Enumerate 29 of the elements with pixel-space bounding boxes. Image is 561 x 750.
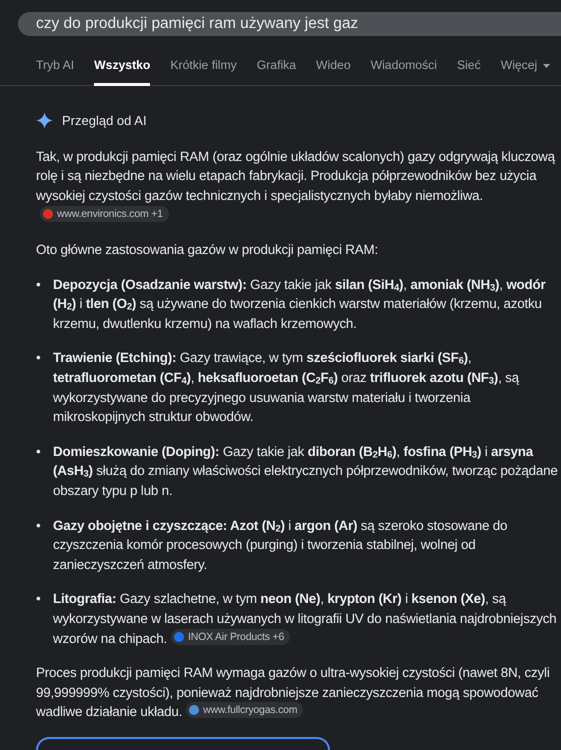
- source-chip[interactable]: www.environics.com +1: [40, 206, 169, 222]
- overview-paragraph: Proces produkcji pamięci RAM wymaga gazów o ultra-wysokiej czystości (nawet 8N, czyli 99,999999% czystości), ponieważ najdrobniejsze zanieczyszczenia mogą spowodować wadliwe działanie układu. www.fullcryogas.com: [36, 664, 551, 722]
- overview-paragraph: Tak, w produkcji pamięci RAM (oraz ogólnie układów scalonych) gazy odgrywają kluczową rolę i są niezbędne na wielu etapach fabrykacji. Produkcja półprzewodników bez użycia wysokiej czystości gazów technicznych i specjalistycznych byłaby niemożliwa. www.environics.com +1: [36, 148, 556, 224]
- search-tab[interactable]: Więcej: [500, 58, 550, 86]
- bullet-marker: •: [36, 349, 42, 368]
- overview-title: Przegląd od AI: [62, 112, 147, 128]
- sparkle-icon: [36, 112, 53, 129]
- bullet-marker: •: [36, 516, 42, 535]
- bullet-item: Litografia: Gazy szlachetne, w tym neon (Ne), krypton (Kr) i ksenon (Xe), są wykorzystywane w laserach używanych w litografii UV do naświetlania najdrobniejszych wzorów na chipach. INOX Air Products +6: [53, 590, 558, 648]
- search-tab[interactable]: Wszystko: [94, 58, 150, 86]
- search-tab[interactable]: Grafika: [256, 58, 296, 86]
- search-tab[interactable]: Tryb AI: [36, 58, 74, 86]
- overview-paragraph: Oto główne zastosowania gazów w produkcji pamięci RAM:: [36, 241, 379, 260]
- bullet-marker: •: [36, 276, 42, 294]
- source-chip[interactable]: www.fullcryogas.com: [186, 702, 304, 718]
- bullet-marker: •: [36, 442, 42, 461]
- button-outline[interactable]: [36, 736, 330, 750]
- bullet-marker: •: [36, 590, 42, 608]
- caret-icon: [543, 64, 550, 68]
- search-field[interactable]: czy do produkcji pamięci ram używany jest gaz: [18, 12, 561, 36]
- search-tab[interactable]: Wiadomości: [370, 58, 437, 86]
- bullet-item: Depozycja (Osadzanie warstw): Gazy takie jak silan (SiH$_{4}$), amoniak (NH$_{3}$), wodór (H$_{2}$) i tlen (O$_{2}$) są używane do tworzenia cienkich warstw materiałów (krzemu, azotku krzemu, dwutlenku krzemu) na waflach krzemowych.: [53, 276, 546, 333]
- search-tab[interactable]: Wideo: [316, 58, 351, 86]
- bullet-item: Domieszkowanie (Doping): Gazy takie jak diboran (B$_{2}$H$_{6}$), fosfina (PH$_{3}$) i arsyna (AsH$_{3}$) służą do zmiany właściwości elektrycznych półprzewodników, tworząc pożądane obszary typu p lub n.: [53, 442, 559, 500]
- search-tab[interactable]: Sieć: [456, 58, 481, 86]
- bullet-item: Trawienie (Etching): Gazy trawiące, w tym sześciofluorek siarki (SF$_{6}$), tetrafluorometan (CF$_{4}$), heksafluoroetan (C$_{2}$F$_{6}$) oraz trifluorek azotu (NF$_{3}$), są wykorzystywane do precyzyjnego usuwania warstw materiału i tworzenia mikroskopijnych struktur obwodów.: [53, 349, 520, 426]
- bullet-item: Gazy obojętne i czyszczące: Azot (N$_{2}$) i argon (Ar) są szeroko stosowane do czyszczenia komór procesowych (purging) i tworzenia stabilnej, wolnej od zanieczyszczeń atmosfery.: [53, 516, 508, 574]
- search-tab[interactable]: Krótkie filmy: [170, 58, 237, 86]
- source-chip[interactable]: INOX Air Products +6: [171, 628, 290, 645]
